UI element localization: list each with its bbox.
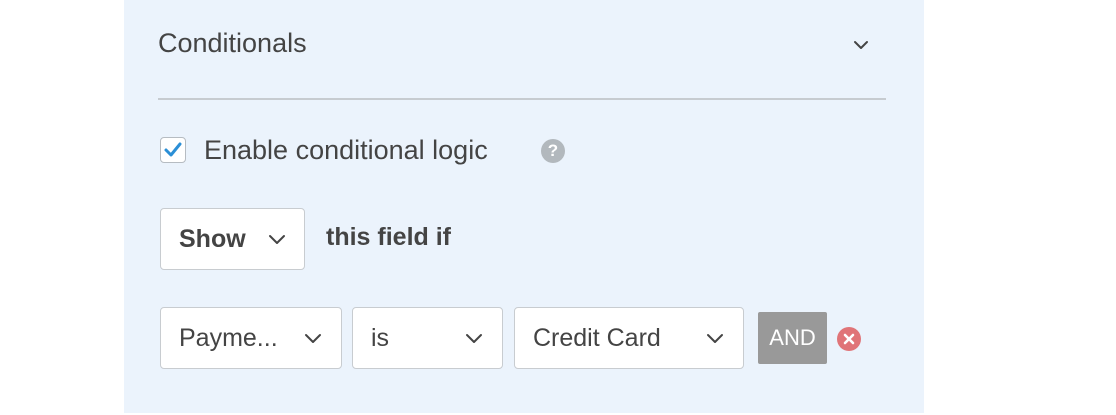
action-select[interactable]: Show: [160, 208, 305, 270]
rule-field-select[interactable]: Payme...: [160, 307, 342, 369]
enable-conditional-logic-checkbox[interactable]: [160, 137, 186, 163]
enable-conditional-logic-label[interactable]: Enable conditional logic: [204, 135, 488, 166]
question-circle-icon[interactable]: ?: [541, 139, 565, 163]
chevron-down-icon: [464, 330, 484, 346]
conditionals-panel: Conditionals Enable conditional logic ? …: [124, 0, 924, 413]
checkmark-icon: [164, 142, 182, 157]
remove-rule-icon[interactable]: [837, 327, 861, 351]
rule-value-value: Credit Card: [533, 324, 661, 352]
action-suffix-label: this field if: [326, 223, 451, 251]
rule-operator-select[interactable]: is: [352, 307, 503, 369]
rule-field-value: Payme...: [179, 324, 278, 352]
panel-title: Conditionals: [158, 28, 307, 58]
chevron-down-icon: [303, 330, 323, 346]
add-and-rule-button[interactable]: AND: [758, 312, 827, 364]
chevron-down-icon: [267, 231, 287, 247]
header-divider: [158, 98, 886, 100]
rule-value-select[interactable]: Credit Card: [514, 307, 744, 369]
chevron-down-icon[interactable]: [850, 34, 872, 56]
panel-header[interactable]: Conditionals: [158, 24, 886, 68]
chevron-down-icon: [705, 330, 725, 346]
rule-operator-value: is: [371, 324, 390, 352]
action-select-value: Show: [179, 225, 246, 253]
